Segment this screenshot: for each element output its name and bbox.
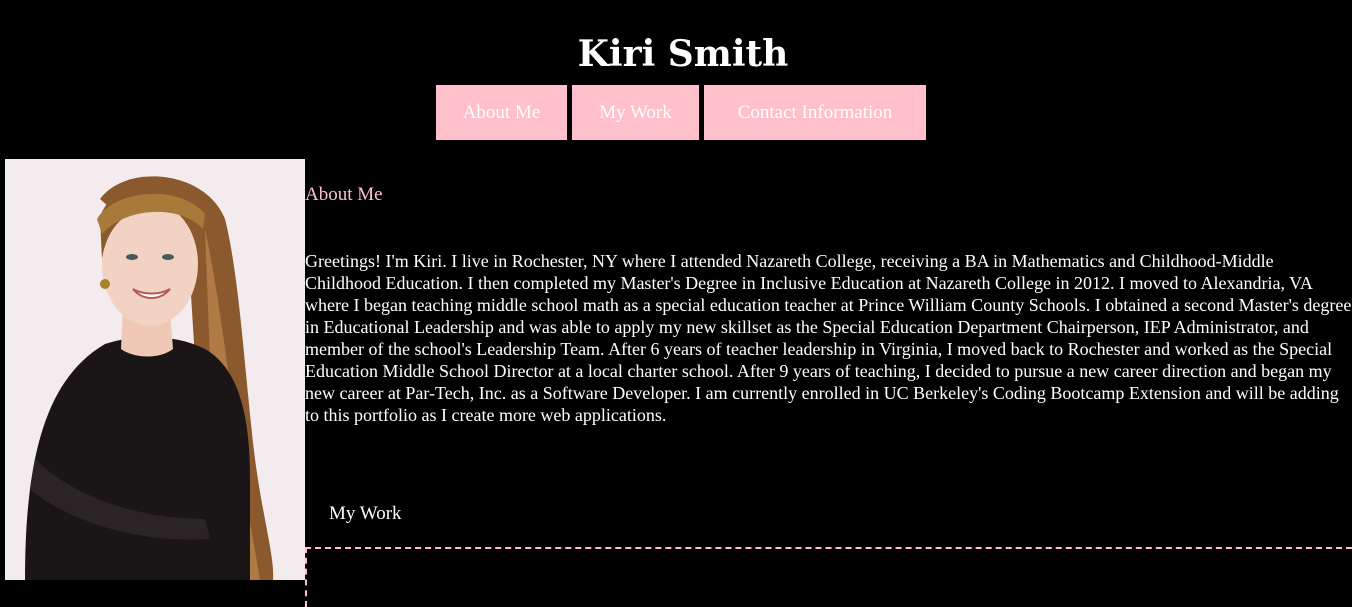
about-me-heading: About Me bbox=[305, 184, 383, 205]
nav-contact-information-button[interactable]: Contact Information bbox=[704, 85, 926, 140]
profile-photo bbox=[5, 159, 305, 580]
about-me-text: Greetings! I'm Kiri. I live in Rochester… bbox=[305, 251, 1352, 425]
my-work-heading: My Work bbox=[329, 503, 402, 524]
nav-my-work-button[interactable]: My Work bbox=[572, 85, 699, 140]
nav-about-me-button[interactable]: About Me bbox=[436, 85, 567, 140]
site-title: Kiri Smith bbox=[577, 33, 789, 75]
work-section-container bbox=[305, 547, 1352, 607]
